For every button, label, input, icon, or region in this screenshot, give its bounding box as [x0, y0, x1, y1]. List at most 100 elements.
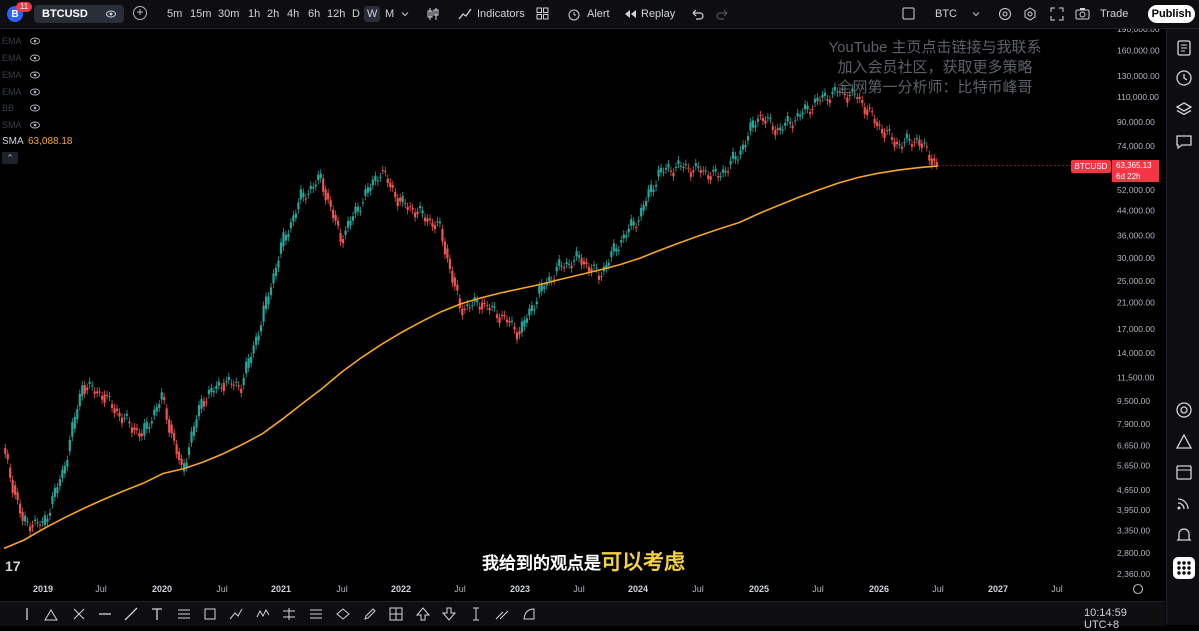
timeframe-6h[interactable]: 6h	[305, 6, 323, 22]
arrow-down-icon[interactable]	[442, 607, 456, 621]
fib-retracement-icon[interactable]	[177, 607, 191, 621]
candle-body	[808, 112, 812, 114]
sma-legend-label[interactable]: SMA	[2, 136, 24, 147]
timeframe-15m[interactable]: 15m	[187, 6, 214, 22]
eye-icon[interactable]	[30, 53, 40, 63]
text-cursor-icon[interactable]	[469, 607, 483, 621]
layout-square-icon[interactable]	[902, 7, 915, 20]
eye-icon[interactable]	[30, 120, 40, 130]
calendar-icon[interactable]	[1175, 463, 1193, 481]
rewind-icon[interactable]	[623, 7, 637, 21]
settings-icon[interactable]	[998, 7, 1012, 21]
chat-icon[interactable]	[1175, 133, 1193, 151]
rectangle-icon[interactable]	[203, 607, 217, 621]
legend-row-ema[interactable]: EMA	[2, 51, 40, 65]
gear-icon[interactable]	[1023, 7, 1037, 21]
candle-body	[386, 178, 389, 184]
parallel-channel-icon[interactable]	[282, 607, 296, 621]
camera-icon[interactable]	[1075, 7, 1090, 21]
candle-body	[366, 187, 370, 193]
replay-button[interactable]: Replay	[641, 6, 675, 22]
candle-body	[312, 186, 315, 189]
timeframe-4h[interactable]: 4h	[284, 6, 302, 22]
broadcast-icon[interactable]	[1175, 494, 1193, 512]
candle-body	[647, 189, 650, 198]
path-icon[interactable]	[229, 607, 243, 621]
legend-row-ema[interactable]: EMA	[2, 34, 40, 48]
price-axis-label: 9,500.00	[1117, 396, 1150, 406]
layers-icon[interactable]	[1175, 101, 1193, 119]
eye-icon[interactable]	[30, 36, 40, 46]
fullscreen-icon[interactable]	[1050, 7, 1064, 21]
candle-body	[230, 383, 233, 385]
candle-body	[612, 243, 615, 252]
candle-body	[227, 376, 230, 381]
curve-icon[interactable]	[495, 607, 509, 621]
chart-pane[interactable]: 190,000.00 160,000.00 130,000.00 110,000.00…	[0, 29, 1165, 603]
axis-settings-icon[interactable]	[1132, 583, 1144, 595]
arrow-up-icon[interactable]	[416, 607, 430, 621]
undo-icon[interactable]	[690, 7, 704, 21]
ideas-triangle-icon[interactable]	[1175, 433, 1193, 451]
legend-row-bb[interactable]: BB	[2, 101, 40, 115]
alerts-clock-icon[interactable]	[1175, 69, 1193, 87]
timeframe-12h[interactable]: 12h	[324, 6, 348, 22]
candle-body	[339, 232, 342, 242]
legend-row-ema[interactable]: EMA	[2, 68, 40, 82]
publish-button[interactable]: Publish	[1148, 5, 1195, 23]
apps-grid-icon[interactable]	[1173, 557, 1195, 579]
alert-button[interactable]: Alert	[587, 6, 610, 22]
candle-body	[908, 138, 911, 141]
timeframe-w[interactable]: W	[364, 6, 381, 22]
text-tool-icon[interactable]	[150, 607, 164, 621]
currency-selector[interactable]: BTC	[935, 6, 957, 22]
chevron-down-icon[interactable]	[972, 10, 980, 18]
timeframe-5m[interactable]: 5m	[164, 6, 185, 22]
alarm-clock-icon[interactable]	[567, 7, 581, 21]
gann-fan-icon[interactable]	[309, 607, 323, 621]
indicators-icon[interactable]	[458, 7, 472, 21]
candle-body	[640, 207, 643, 217]
horizontal-line-icon[interactable]	[98, 607, 112, 621]
candle-body	[928, 154, 931, 161]
target-icon[interactable]	[1175, 401, 1193, 419]
chevron-down-icon[interactable]	[401, 10, 409, 18]
candle-body	[558, 259, 561, 267]
timeframe-30m[interactable]: 30m	[215, 6, 242, 22]
candlestick-type-icon[interactable]	[426, 7, 440, 21]
candle-body	[299, 189, 302, 200]
cursor-icon[interactable]	[20, 607, 34, 621]
symbol-search-box[interactable]: BTCUSD	[34, 5, 124, 23]
timeframe-2h[interactable]: 2h	[264, 6, 282, 22]
arc-icon[interactable]	[522, 607, 536, 621]
eye-icon[interactable]	[30, 103, 40, 113]
timeframe-d[interactable]: D	[349, 6, 363, 22]
watchlist-icon[interactable]	[1175, 39, 1193, 57]
pencil-icon[interactable]	[363, 607, 377, 621]
bell-icon[interactable]	[1175, 526, 1193, 544]
ellipse-icon[interactable]	[336, 607, 350, 621]
brush-icon[interactable]	[72, 607, 86, 621]
compare-symbol-button[interactable]: +	[133, 6, 147, 20]
eye-icon[interactable]	[30, 70, 40, 80]
candle-body	[734, 156, 737, 160]
templates-grid-icon[interactable]	[536, 7, 549, 20]
timeframe-1h[interactable]: 1h	[245, 6, 263, 22]
indicators-button[interactable]: Indicators	[477, 6, 525, 22]
candle-body	[617, 249, 620, 251]
timeframe-m[interactable]: M	[382, 6, 397, 22]
legend-row-sma[interactable]: SMA	[2, 118, 40, 132]
legend-row-ema[interactable]: EMA	[2, 85, 40, 99]
candle-body	[294, 213, 297, 218]
utc-clock[interactable]: 10:14:59 UTC+8	[1084, 607, 1165, 631]
eye-icon[interactable]	[30, 87, 40, 97]
trend-angle-icon[interactable]	[44, 607, 58, 621]
tradingview-logo[interactable]: 17	[5, 558, 21, 574]
trade-button[interactable]: Trade	[1100, 6, 1128, 22]
pattern-icon[interactable]	[256, 607, 270, 621]
trendline-icon[interactable]	[124, 607, 138, 621]
redo-icon[interactable]	[716, 7, 730, 21]
collapse-legend-button[interactable]: ⌃	[2, 152, 18, 164]
price-chart[interactable]: 190,000.00 160,000.00 130,000.00 110,000.00…	[0, 29, 1165, 601]
grid-tool-icon[interactable]	[389, 607, 403, 621]
